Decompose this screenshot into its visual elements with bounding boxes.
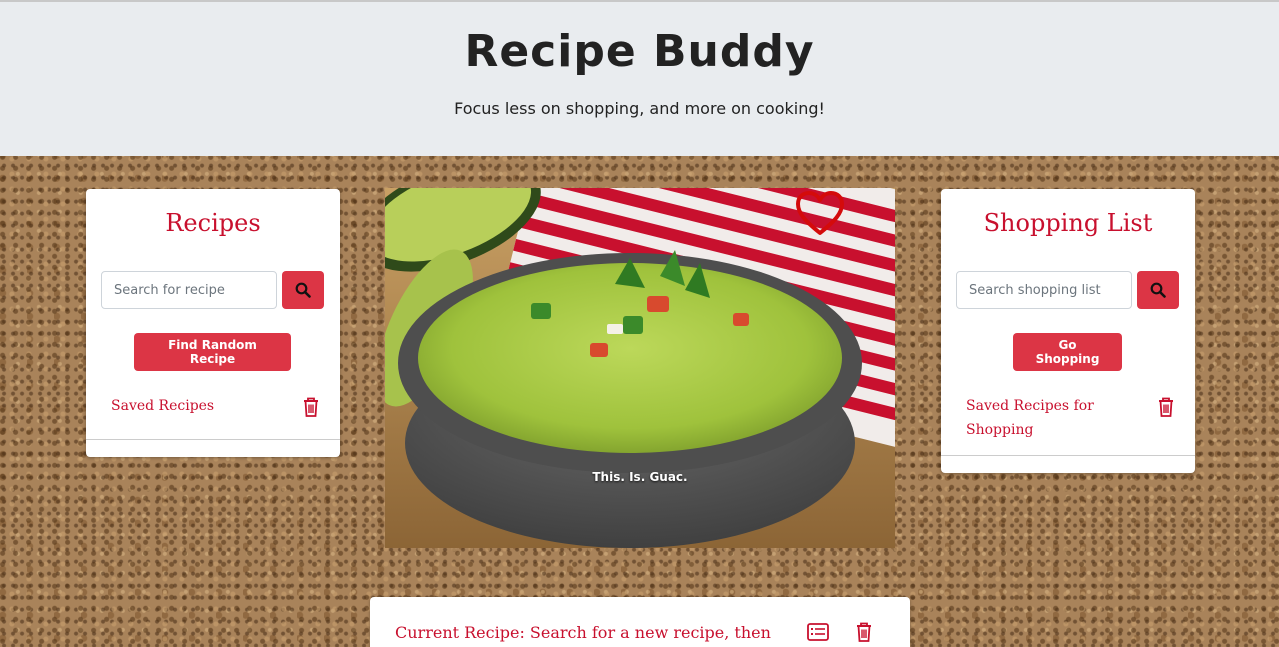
search-icon [1150, 282, 1166, 298]
trash-icon[interactable] [301, 396, 321, 418]
saved-recipes-label[interactable]: Saved Recipes [111, 394, 214, 418]
current-recipe-card: Current Recipe: Search for a new recipe,… [370, 597, 910, 647]
app-tagline: Focus less on shopping, and more on cook… [454, 99, 825, 118]
heart-outline-icon[interactable] [795, 191, 845, 237]
saved-shopping-recipes-label[interactable]: Saved Recipes for Shopping [966, 394, 1116, 442]
recipes-title: Recipes [165, 209, 261, 237]
card-divider [941, 455, 1195, 456]
shopping-list-title: Shopping List [983, 209, 1153, 237]
go-shopping-button[interactable]: Go Shopping [1013, 333, 1122, 371]
shopping-search-button[interactable] [1137, 271, 1179, 309]
trash-icon[interactable] [854, 621, 874, 643]
search-icon [295, 282, 311, 298]
current-recipe-label: Current Recipe: Search for a new recipe,… [395, 623, 771, 642]
shopping-list-card: Shopping List Go Shopping Saved Recipes … [941, 189, 1195, 473]
list-icon[interactable] [807, 623, 829, 641]
card-divider [86, 439, 340, 440]
hero-image: This. Is. Guac. [385, 188, 895, 548]
hero-caption: This. Is. Guac. [592, 470, 688, 484]
trash-icon[interactable] [1156, 396, 1176, 418]
shopping-search-input[interactable] [956, 271, 1132, 309]
guacamole-photo [385, 188, 895, 548]
page-header: Recipe Buddy Focus less on shopping, and… [0, 0, 1279, 156]
recipes-card: Recipes Find Random Recipe Saved Recipes [86, 189, 340, 457]
recipe-search-input[interactable] [101, 271, 277, 309]
app-title: Recipe Buddy [464, 26, 815, 77]
find-random-recipe-button[interactable]: Find Random Recipe [134, 333, 291, 371]
recipe-search-button[interactable] [282, 271, 324, 309]
